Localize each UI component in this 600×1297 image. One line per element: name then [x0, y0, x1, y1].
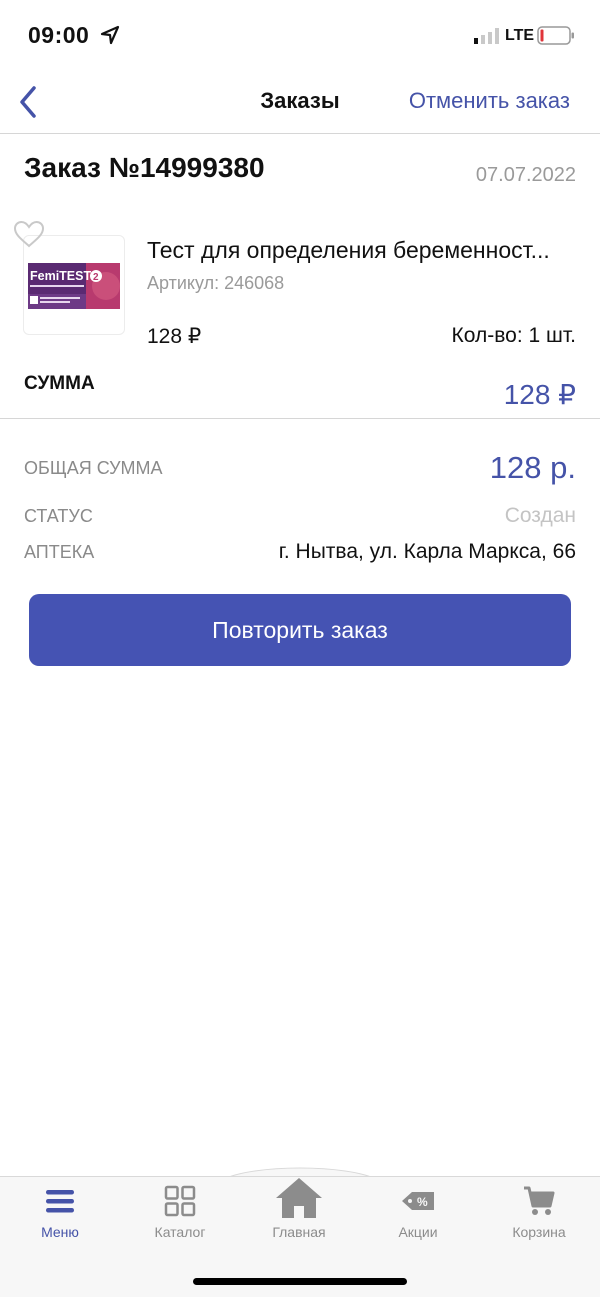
tab-catalog[interactable]: Каталог: [125, 1184, 235, 1254]
divider: [0, 418, 600, 419]
tab-promotions[interactable]: % Акции: [363, 1184, 473, 1254]
discount-tag-icon: %: [402, 1192, 434, 1210]
repeat-order-button[interactable]: Повторить заказ: [29, 594, 571, 666]
product-image[interactable]: FemiTEST 2: [23, 235, 125, 335]
signal-icon: [474, 28, 499, 44]
product-sku: Артикул: 246068: [147, 273, 285, 293]
product-box-image: FemiTEST 2: [28, 263, 120, 309]
home-icon: [276, 1178, 322, 1218]
product-image-badge: 2: [93, 272, 99, 283]
svg-text:%: %: [417, 1195, 428, 1209]
tab-label: Корзина: [512, 1224, 566, 1240]
product-name[interactable]: Тест для определения беременност...: [147, 237, 587, 264]
subtotal-value: 128 ₽: [503, 379, 576, 410]
grid-icon: [164, 1185, 196, 1217]
tab-label: Акции: [398, 1224, 438, 1240]
tab-menu[interactable]: Меню: [5, 1184, 115, 1254]
battery-icon: [537, 26, 574, 45]
heart-icon[interactable]: [13, 220, 45, 248]
home-indicator: [193, 1278, 407, 1285]
status-time: 09:00: [28, 22, 90, 48]
subtotal-label: СУММА: [24, 373, 95, 394]
product-image-label: FemiTEST: [30, 269, 91, 283]
location-arrow-icon: [100, 25, 120, 45]
tab-label: Меню: [41, 1224, 79, 1240]
order-number: Заказ №14999380: [24, 152, 265, 183]
cart-icon: [524, 1186, 555, 1215]
product-quantity: Кол-во: 1 шт.: [451, 324, 576, 347]
hamburger-icon: [46, 1190, 74, 1213]
total-label: ОБЩАЯ СУММА: [24, 458, 163, 478]
pharmacy-address: г. Нытва, ул. Карла Маркса, 66: [278, 540, 576, 563]
cancel-order-button[interactable]: Отменить заказ: [409, 88, 570, 114]
pharmacy-label: АПТЕКА: [24, 542, 95, 562]
status-value: Создан: [504, 504, 576, 527]
product-price: 128 ₽: [147, 325, 202, 348]
status-bar: 09:00 LTE: [0, 0, 600, 70]
network-type: LTE: [505, 27, 535, 44]
tab-cart[interactable]: Корзина: [484, 1184, 594, 1254]
tab-home[interactable]: Главная: [244, 1176, 354, 1246]
tab-label: Каталог: [154, 1224, 206, 1240]
nav-bar: Заказы Отменить заказ: [0, 70, 600, 134]
status-label: СТАТУС: [24, 506, 93, 526]
total-value: 128 р.: [489, 450, 576, 485]
tab-label: Главная: [272, 1224, 326, 1240]
order-date: 07.07.2022: [475, 164, 576, 186]
